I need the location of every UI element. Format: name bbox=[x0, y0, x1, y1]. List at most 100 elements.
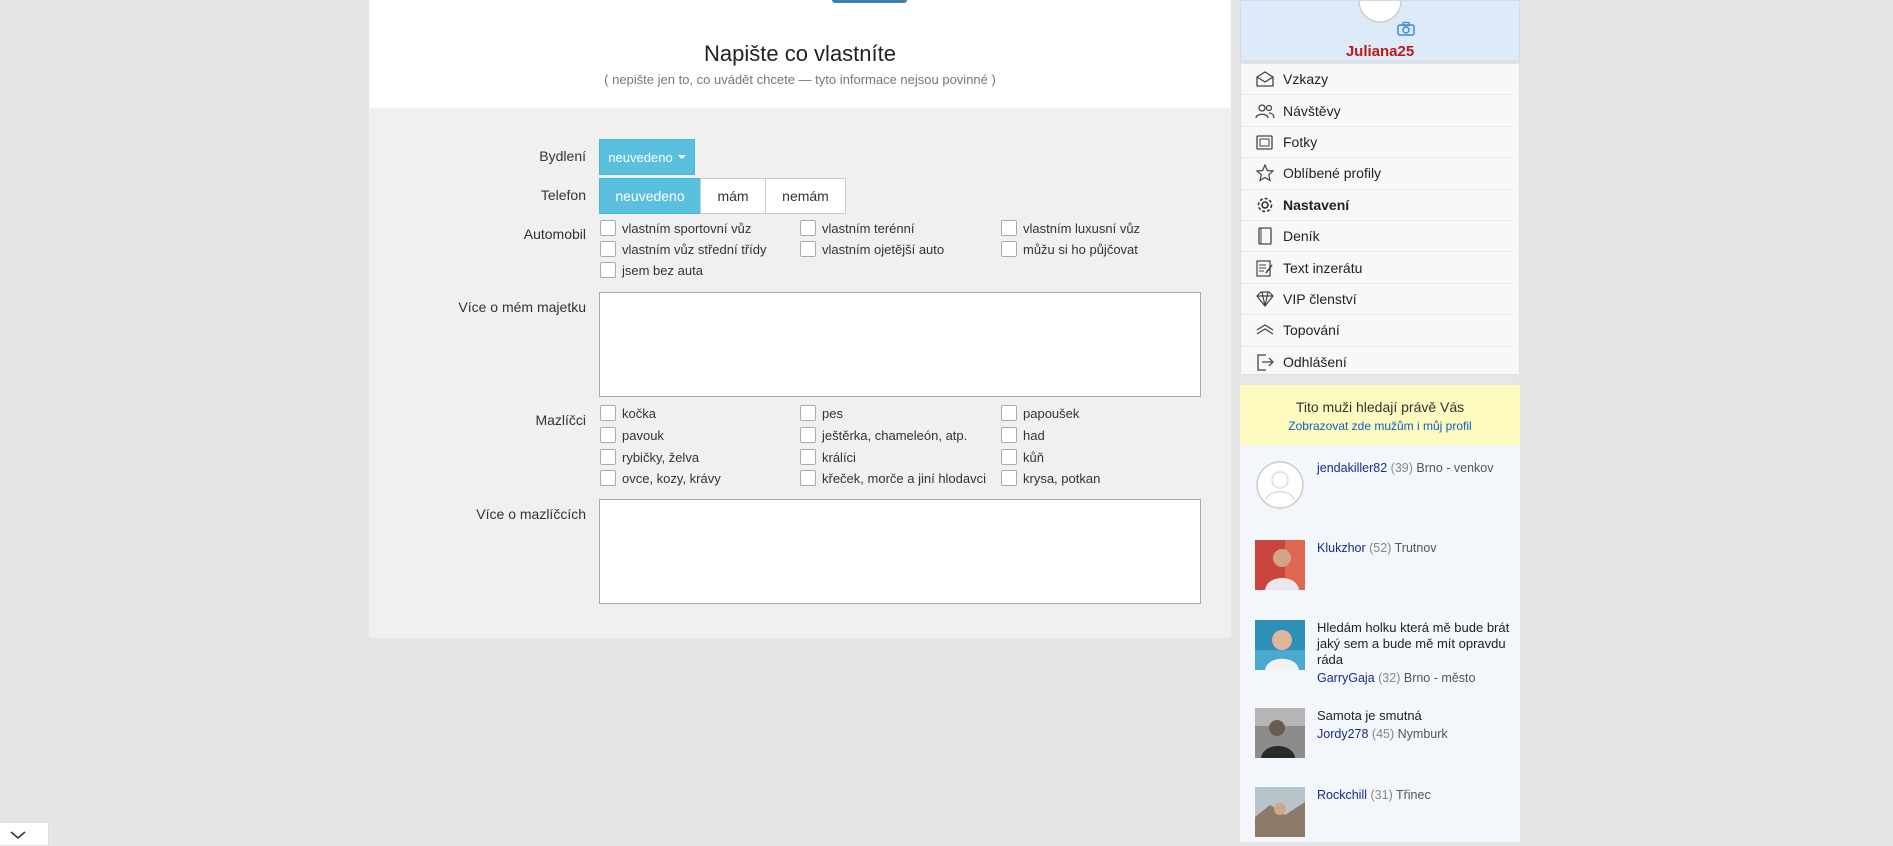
username[interactable]: Juliana25 bbox=[1241, 43, 1519, 60]
telefon-option-nemam[interactable]: nemám bbox=[765, 178, 846, 214]
checkbox-box[interactable] bbox=[600, 405, 616, 421]
person-name[interactable]: Rockchill bbox=[1317, 788, 1367, 802]
mazlicci-checkbox[interactable]: had bbox=[1001, 427, 1045, 443]
sidebar-item-topovani[interactable]: Topování bbox=[1241, 315, 1513, 347]
mazlicci-checkbox[interactable]: králíci bbox=[800, 449, 856, 465]
person-age: (52) bbox=[1369, 541, 1392, 555]
telefon-option-mam[interactable]: mám bbox=[700, 178, 766, 214]
chevrons-up-icon bbox=[1256, 324, 1274, 335]
mazlicci-checkbox[interactable]: papoušek bbox=[1001, 405, 1079, 421]
person-photo[interactable] bbox=[1255, 540, 1305, 590]
person-age: (32) bbox=[1378, 671, 1401, 685]
sidebar-item-text-inzeratu[interactable]: Text inzerátu bbox=[1241, 252, 1513, 284]
sidebar-item-fotky[interactable]: Fotky bbox=[1241, 127, 1513, 159]
sidebar-item-label: Topování bbox=[1283, 322, 1340, 339]
majetek-label: Více o mém majetku bbox=[458, 299, 586, 315]
sidebar-item-navstevy[interactable]: Návštěvy bbox=[1241, 95, 1513, 127]
checkbox-label: had bbox=[1023, 427, 1045, 443]
avatar-placeholder[interactable] bbox=[1255, 460, 1305, 510]
person-location: Nymburk bbox=[1397, 727, 1448, 741]
bydleni-dropdown[interactable]: neuvedeno bbox=[599, 139, 695, 175]
checkbox-box[interactable] bbox=[1001, 220, 1017, 236]
checkbox-label: pavouk bbox=[622, 427, 664, 443]
mazlicci-checkbox[interactable]: pes bbox=[800, 405, 843, 421]
mazlicci-checkbox[interactable]: křeček, morče a jiní hlodavci bbox=[800, 470, 986, 486]
mazlicci-checkbox[interactable]: rybičky, želva bbox=[600, 449, 699, 465]
collapsed-widget[interactable] bbox=[0, 822, 49, 846]
person-message: Hledám holku která mě bude brát jaký sem… bbox=[1317, 620, 1510, 667]
checkbox-box[interactable] bbox=[800, 427, 816, 443]
checkbox-box[interactable] bbox=[600, 449, 616, 465]
mazlicci-checkbox[interactable]: kočka bbox=[600, 405, 656, 421]
checkbox-box[interactable] bbox=[600, 470, 616, 486]
mazlicci-checkbox[interactable]: kůň bbox=[1001, 449, 1044, 465]
checkbox-box[interactable] bbox=[600, 427, 616, 443]
person-name[interactable]: jendakiller82 bbox=[1317, 461, 1387, 475]
automobil-checkbox[interactable]: vlastním terénní bbox=[800, 220, 915, 236]
promo-link[interactable]: Zobrazovat zde mužům i můj profil bbox=[1240, 419, 1520, 433]
automobil-checkbox[interactable]: vlastním sportovní vůz bbox=[600, 220, 751, 236]
checkbox-label: papoušek bbox=[1023, 405, 1080, 421]
checkbox-box[interactable] bbox=[1001, 241, 1017, 257]
sidebar-item-oblibene[interactable]: Oblíbené profily bbox=[1241, 158, 1513, 190]
sidebar-item-label: Odhlášení bbox=[1283, 353, 1347, 370]
checkbox-box[interactable] bbox=[800, 449, 816, 465]
automobil-checkbox[interactable]: jsem bez auta bbox=[600, 262, 703, 278]
sidebar-item-denik[interactable]: Deník bbox=[1241, 221, 1513, 253]
star-icon bbox=[1255, 164, 1275, 183]
sidebar-item-label: Oblíbené profily bbox=[1283, 165, 1382, 182]
checkbox-box[interactable] bbox=[800, 470, 816, 486]
person-photo[interactable] bbox=[1255, 620, 1305, 670]
mazlicci-checkbox[interactable]: ještěrka, chameleón, atp. bbox=[800, 427, 967, 443]
mazlicci-textarea[interactable] bbox=[599, 499, 1201, 604]
checkbox-box[interactable] bbox=[600, 262, 616, 278]
majetek-textarea[interactable] bbox=[599, 292, 1201, 397]
checkbox-label: pes bbox=[822, 405, 843, 421]
checkbox-box[interactable] bbox=[800, 405, 816, 421]
mazlicci-checkbox[interactable]: pavouk bbox=[600, 427, 664, 443]
checkbox-label: krysa, potkan bbox=[1023, 470, 1101, 486]
camera-icon[interactable] bbox=[1397, 21, 1415, 37]
person-name[interactable]: GarryGaja bbox=[1317, 671, 1375, 685]
vice-mazlicci-label: Více o mazlíčcích bbox=[476, 506, 586, 522]
person-info: Hledám holku která mě bude brát jaký sem… bbox=[1317, 620, 1512, 686]
checkbox-box[interactable] bbox=[1001, 405, 1017, 421]
sidebar-item-nastaveni[interactable]: Nastavení bbox=[1241, 190, 1513, 221]
person-info: Rockchill (31) Třinec bbox=[1317, 787, 1512, 803]
automobil-checkbox[interactable]: můžu si ho půjčovat bbox=[1001, 241, 1138, 257]
users-icon bbox=[1255, 103, 1275, 118]
person-location: Brno - venkov bbox=[1416, 461, 1494, 475]
checkbox-box[interactable] bbox=[600, 220, 616, 236]
checkbox-box[interactable] bbox=[1001, 449, 1017, 465]
sidebar-item-vip[interactable]: VIP členství bbox=[1241, 284, 1513, 316]
people-list: jendakiller82 (39) Brno - venkov Klukzho… bbox=[1240, 445, 1520, 842]
mazlicci-checkbox[interactable]: krysa, potkan bbox=[1001, 470, 1100, 486]
checkbox-box[interactable] bbox=[1001, 470, 1017, 486]
person-photo[interactable] bbox=[1255, 708, 1305, 758]
chevron-down-icon[interactable] bbox=[8, 828, 28, 842]
automobil-label: Automobil bbox=[523, 226, 586, 242]
checkbox-box[interactable] bbox=[800, 220, 816, 236]
checkbox-box[interactable] bbox=[600, 241, 616, 257]
person-name[interactable]: Klukzhor bbox=[1317, 541, 1366, 555]
promo-title: Tito muži hledají právě Vás bbox=[1295, 399, 1465, 415]
avatar-placeholder-icon[interactable] bbox=[1358, 0, 1402, 33]
person-name[interactable]: Jordy278 bbox=[1317, 727, 1368, 741]
sidebar-item-label: Nastavení bbox=[1283, 196, 1350, 213]
checkbox-label: kočka bbox=[622, 405, 656, 421]
checkbox-label: králíci bbox=[822, 449, 856, 465]
checkbox-label: rybičky, želva bbox=[622, 449, 700, 465]
sidebar-item-vzkazy[interactable]: Vzkazy bbox=[1241, 64, 1513, 96]
automobil-checkbox[interactable]: vlastním vůz střední třídy bbox=[600, 241, 767, 257]
checkbox-box[interactable] bbox=[1001, 427, 1017, 443]
person-photo[interactable] bbox=[1255, 787, 1305, 837]
mazlicci-checkbox[interactable]: ovce, kozy, krávy bbox=[600, 470, 721, 486]
top-button-edge[interactable] bbox=[832, 0, 907, 3]
automobil-checkbox[interactable]: vlastním ojetější auto bbox=[800, 241, 944, 257]
automobil-checkbox[interactable]: vlastním luxusní vůz bbox=[1001, 220, 1140, 236]
checkbox-box[interactable] bbox=[800, 241, 816, 257]
sidebar-item-odhlaseni[interactable]: Odhlášení bbox=[1241, 347, 1513, 378]
sidebar-item-label: VIP členství bbox=[1283, 290, 1357, 307]
sidebar-item-label: Fotky bbox=[1283, 133, 1318, 150]
telefon-option-neuvedeno[interactable]: neuvedeno bbox=[599, 178, 701, 214]
